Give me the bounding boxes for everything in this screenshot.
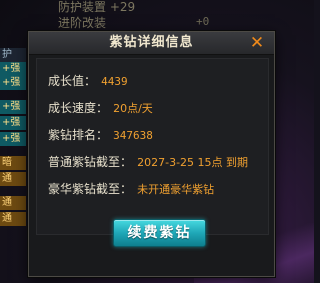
background-strip: +强 [0,100,26,114]
background-strip: 暗 [0,156,26,170]
rank-row: 紫钻排名： 347638 [48,125,153,143]
normal-expiry-row: 普通紫钻截至： 2027-3-25 15点 到期 [48,152,248,170]
background-stat-value: +0 [196,15,210,28]
deluxe-expiry-label: 豪华紫钻截至： [48,182,133,196]
growth-speed-value: 20点/天 [113,102,153,115]
background-stat-line: 防护装置 +29 [58,0,136,14]
growth-value-row: 成长值： 4439 [48,71,128,89]
purple-diamond-info-dialog: 紫钻详细信息 ✕ 成长值： 4439 成长速度： 20点/天 紫钻排名： 347… [28,31,275,277]
dialog-title: 紫钻详细信息 [109,35,194,50]
growth-value-label: 成长值： [48,74,97,88]
growth-speed-row: 成长速度： 20点/天 [48,98,153,116]
background-strip: +强 [0,62,26,76]
background-strip: 通 [0,196,26,210]
normal-expiry-value: 2027-3-25 15点 到期 [137,156,249,169]
background-strip: +强 [0,132,26,146]
background-stat-line: 进阶改装 [58,16,107,30]
growth-speed-label: 成长速度： [48,101,109,115]
background-strip: 通 [0,172,26,186]
dialog-titlebar: 紫钻详细信息 ✕ [29,32,274,55]
normal-expiry-label: 普通紫钻截至： [48,155,133,169]
background-strip: +强 [0,76,26,90]
background-strip: 护 [0,48,26,62]
info-panel: 成长值： 4439 成长速度： 20点/天 紫钻排名： 347638 普通紫钻截… [36,58,269,235]
deluxe-expiry-row: 豪华紫钻截至： 未开通豪华紫钻 [48,179,214,197]
close-icon[interactable]: ✕ [247,33,267,53]
deluxe-expiry-value: 未开通豪华紫钻 [137,183,215,196]
rank-label: 紫钻排名： [48,128,109,142]
growth-value: 4439 [101,75,128,88]
rank-value: 347638 [113,129,153,142]
renew-button[interactable]: 续费紫钻 [113,219,206,247]
background-strip: +强 [0,116,26,130]
background-strip: 通 [0,212,26,226]
